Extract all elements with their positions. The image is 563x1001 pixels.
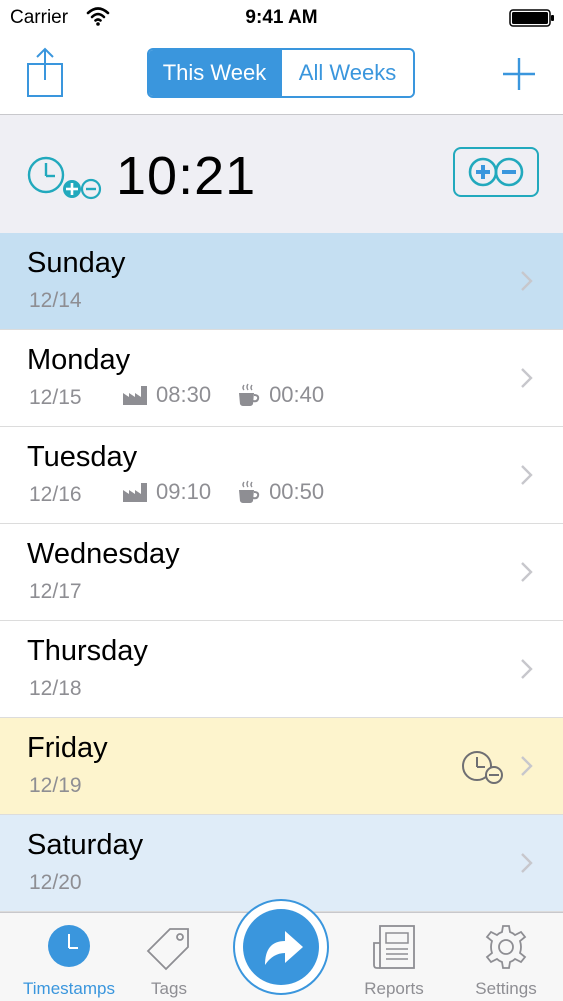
clock-icon <box>48 925 90 967</box>
coffee-icon <box>239 480 260 503</box>
work-time-value: 08:30 <box>156 382 212 407</box>
day-date: 12/17 <box>29 580 82 603</box>
chevron-right-icon <box>521 271 533 291</box>
navigation-bar: This Week All Weeks <box>0 36 563 115</box>
tab-label: Timestamps <box>23 979 115 998</box>
gear-icon <box>485 925 527 969</box>
tab-bar: Timestamps Tags Reports Settings <box>0 899 563 1001</box>
week-segmented-control: This Week All Weeks <box>147 48 415 98</box>
day-date: 12/20 <box>29 871 82 894</box>
summary-panel: 10:21 <box>0 115 563 233</box>
day-row-wednesday[interactable]: Wednesday 12/17 <box>0 524 563 621</box>
plus-minus-icon <box>468 157 524 187</box>
break-time-value: 00:50 <box>269 479 325 504</box>
day-meta: 09:10 00:50 <box>122 479 350 505</box>
tab-tags[interactable]: Tags <box>114 913 224 1001</box>
tab-settings[interactable]: Settings <box>451 913 561 1001</box>
coffee-icon <box>239 383 260 406</box>
work-time: 09:10 <box>122 479 211 505</box>
work-time: 08:30 <box>122 382 211 408</box>
plus-icon[interactable] <box>501 56 537 92</box>
day-row-sunday[interactable]: Sunday 12/14 <box>0 233 563 330</box>
day-name: Saturday <box>27 829 144 861</box>
chevron-right-icon <box>521 853 533 873</box>
tab-label: Reports <box>364 979 424 998</box>
day-name: Friday <box>27 732 108 764</box>
tab-label: Settings <box>475 979 537 998</box>
adjust-time-button[interactable] <box>453 147 539 197</box>
factory-icon <box>123 386 147 405</box>
break-time: 00:40 <box>237 382 324 408</box>
segment-all-weeks[interactable]: All Weeks <box>280 50 413 96</box>
status-time: 9:41 AM <box>245 7 318 28</box>
chevron-right-icon <box>521 562 533 582</box>
battery-icon <box>509 9 554 27</box>
day-date: 12/18 <box>29 677 82 700</box>
clock-plus-minus-icon <box>27 156 102 200</box>
day-name: Thursday <box>27 635 148 667</box>
day-row-tuesday[interactable]: Tuesday 12/16 09:10 00:50 <box>0 427 563 524</box>
chevron-right-icon <box>521 659 533 679</box>
chevron-right-icon <box>521 465 533 485</box>
day-row-monday[interactable]: Monday 12/15 08:30 00:40 <box>0 330 563 427</box>
day-name: Monday <box>27 344 131 376</box>
clock-minus-icon <box>462 751 503 784</box>
refresh-button[interactable] <box>233 899 329 995</box>
day-row-friday[interactable]: Friday 12/19 <box>0 718 563 815</box>
day-date: 12/15 <box>29 386 82 409</box>
factory-icon <box>123 483 147 502</box>
tab-timestamps[interactable]: Timestamps <box>14 913 124 1001</box>
total-time: 10:21 <box>116 146 257 206</box>
day-meta: 08:30 00:40 <box>122 382 350 408</box>
tag-icon <box>146 928 189 971</box>
day-name: Tuesday <box>27 441 138 473</box>
tab-reports[interactable]: Reports <box>339 913 449 1001</box>
day-row-saturday[interactable]: Saturday 12/20 <box>0 815 563 912</box>
chevron-right-icon <box>521 756 533 776</box>
status-bar: Carrier 9:41 AM <box>0 0 563 36</box>
day-date: 12/19 <box>29 774 82 797</box>
chevron-right-icon <box>521 368 533 388</box>
day-name: Wednesday <box>27 538 180 570</box>
break-time: 00:50 <box>237 479 324 505</box>
report-icon <box>373 925 415 969</box>
work-time-value: 09:10 <box>156 479 212 504</box>
redo-arrow-icon <box>243 909 319 985</box>
break-time-value: 00:40 <box>269 382 325 407</box>
days-list: Sunday 12/14 Monday 12/15 08:30 00:40 Tu… <box>0 233 563 912</box>
share-icon[interactable] <box>26 46 64 98</box>
day-name: Sunday <box>27 247 126 279</box>
day-row-thursday[interactable]: Thursday 12/18 <box>0 621 563 718</box>
day-date: 12/16 <box>29 483 82 506</box>
tab-label: Tags <box>151 979 187 998</box>
segment-this-week[interactable]: This Week <box>149 50 280 96</box>
day-date: 12/14 <box>29 289 82 312</box>
